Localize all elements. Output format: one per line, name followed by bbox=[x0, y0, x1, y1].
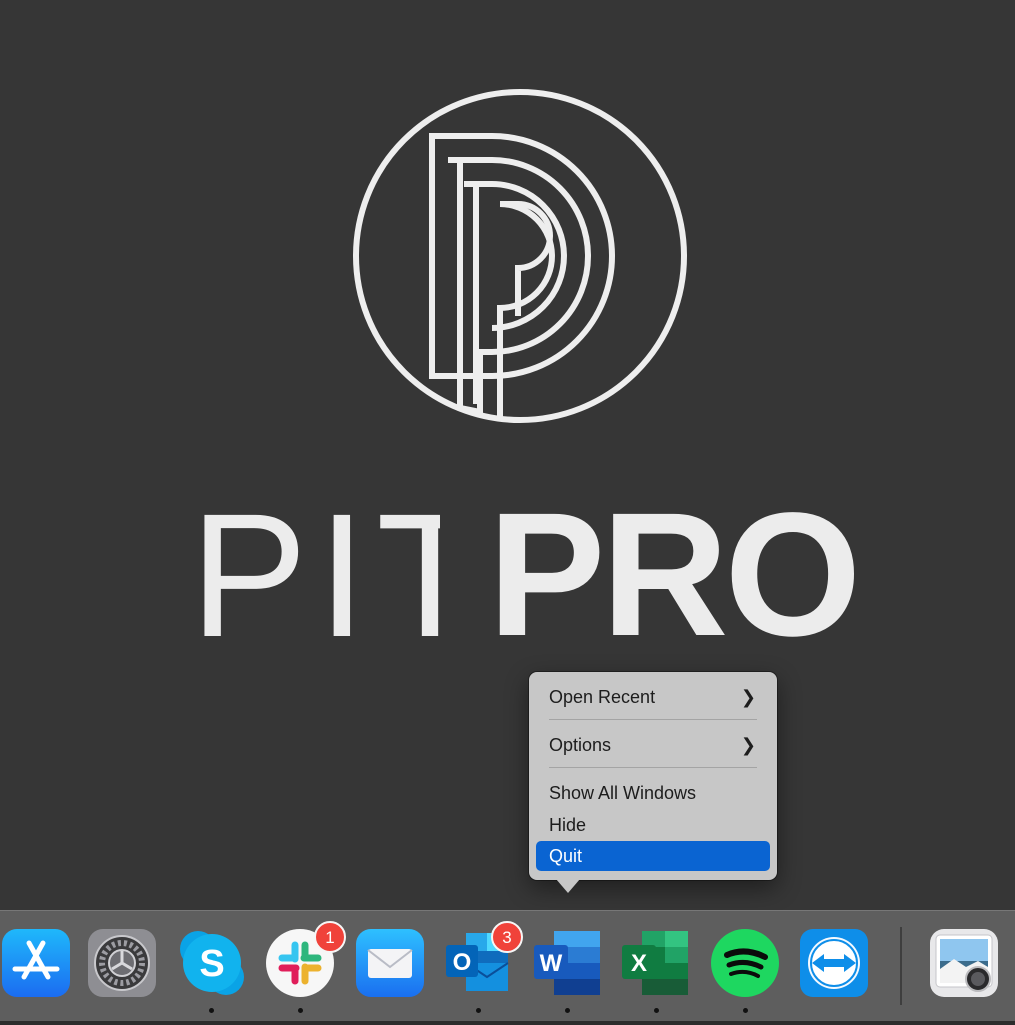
word-icon[interactable]: W bbox=[534, 929, 602, 997]
menu-pointer bbox=[556, 879, 580, 893]
preview-icon[interactable] bbox=[930, 929, 998, 997]
menu-item-label: Quit bbox=[549, 846, 583, 866]
dock-separator bbox=[900, 927, 902, 1005]
notification-badge: 3 bbox=[491, 921, 523, 953]
menu-item-label: Hide bbox=[549, 815, 587, 835]
brand-name-bold: PRO bbox=[488, 477, 861, 673]
menu-item-quit[interactable]: Quit bbox=[536, 841, 770, 871]
running-indicator bbox=[209, 1008, 214, 1013]
menu-item-hide[interactable]: Hide bbox=[536, 810, 770, 840]
dock: S 1 O 3 W X bbox=[0, 910, 1015, 1025]
running-indicator bbox=[743, 1008, 748, 1013]
pit-pro-logo-icon bbox=[353, 89, 687, 423]
chevron-right-icon: ❯ bbox=[740, 735, 756, 755]
brand-name-light: PIT bbox=[190, 506, 440, 646]
brand-wordmark-light: PIT bbox=[190, 506, 440, 646]
dock-context-menu: Open Recent ❯ Options ❯ Show All Windows… bbox=[529, 672, 777, 880]
teamviewer-icon[interactable] bbox=[800, 929, 868, 997]
mail-icon[interactable] bbox=[356, 929, 424, 997]
dock-shelf-edge bbox=[0, 1021, 1015, 1025]
menu-item-open-recent[interactable]: Open Recent ❯ bbox=[536, 682, 770, 712]
menu-item-label: Open Recent bbox=[549, 687, 656, 707]
svg-text:O: O bbox=[453, 949, 472, 976]
menu-item-options[interactable]: Options ❯ bbox=[536, 730, 770, 760]
spotify-icon[interactable] bbox=[711, 929, 779, 997]
running-indicator bbox=[298, 1008, 303, 1013]
menu-item-label: Show All Windows bbox=[549, 783, 697, 803]
notification-badge: 1 bbox=[314, 921, 346, 953]
svg-text:S: S bbox=[199, 943, 224, 985]
menu-separator bbox=[549, 767, 757, 768]
desktop-background: PIT PRO bbox=[0, 0, 1015, 910]
system-preferences-icon[interactable] bbox=[88, 929, 156, 997]
running-indicator bbox=[654, 1008, 659, 1013]
svg-text:W: W bbox=[540, 950, 563, 977]
menu-item-label: Options bbox=[549, 735, 612, 755]
skype-icon[interactable]: S bbox=[178, 929, 246, 997]
running-indicator bbox=[565, 1008, 570, 1013]
menu-item-show-all-windows[interactable]: Show All Windows bbox=[536, 778, 770, 808]
svg-text:X: X bbox=[631, 950, 647, 977]
app-store-icon[interactable] bbox=[2, 929, 70, 997]
chevron-right-icon: ❯ bbox=[740, 687, 756, 707]
excel-icon[interactable]: X bbox=[622, 929, 690, 997]
running-indicator bbox=[476, 1008, 481, 1013]
menu-separator bbox=[549, 719, 757, 720]
